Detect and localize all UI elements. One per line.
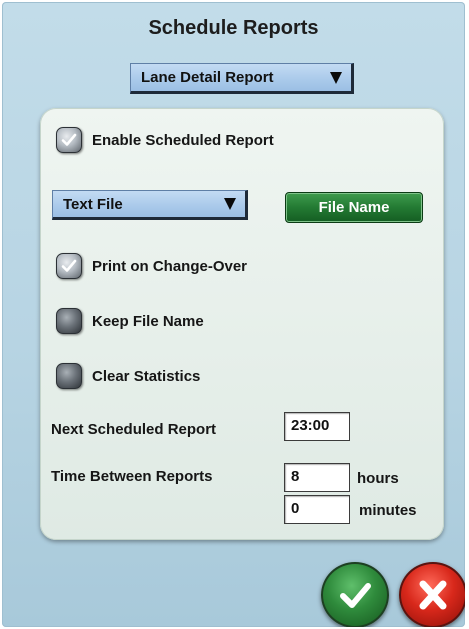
keep-file-name-checkbox[interactable] [56,308,82,334]
schedule-reports-window: Schedule Reports Lane Detail Report Enab… [2,2,465,627]
minutes-unit-label: minutes [359,502,417,519]
checkmark-icon [61,133,77,146]
dropdown-arrow-icon [224,198,236,210]
clear-statistics-checkbox[interactable] [56,363,82,389]
clear-statistics-label: Clear Statistics [92,367,201,385]
time-between-reports-label: Time Between Reports [51,468,213,485]
clear-statistics-row[interactable]: Clear Statistics [56,363,200,389]
next-scheduled-report-label: Next Scheduled Report [51,421,217,438]
enable-scheduled-report-row[interactable]: Enable Scheduled Report [56,127,274,153]
ok-button[interactable] [321,562,389,627]
dropdown-arrow-icon [330,71,342,84]
file-name-button[interactable]: File Name [285,192,423,223]
window-title: Schedule Reports [148,17,319,39]
print-on-changeover-checkbox[interactable] [56,253,82,279]
hours-field[interactable]: 8 [284,463,350,492]
hours-unit-label: hours [357,470,399,487]
cancel-button[interactable] [399,562,465,627]
minutes-field[interactable]: 0 [284,495,350,524]
keep-file-name-row[interactable]: Keep File Name [56,308,204,334]
x-icon [419,580,447,610]
output-type-dropdown[interactable]: Text File [52,190,248,220]
enable-scheduled-report-checkbox[interactable] [56,127,82,153]
report-type-value: Lane Detail Report [141,69,274,86]
enable-scheduled-report-label: Enable Scheduled Report [92,131,274,149]
checkmark-icon [61,259,77,272]
print-on-changeover-row[interactable]: Print on Change-Over [56,253,247,279]
keep-file-name-label: Keep File Name [92,312,204,330]
report-type-dropdown[interactable]: Lane Detail Report [130,63,354,94]
checkmark-icon [340,583,371,608]
print-on-changeover-label: Print on Change-Over [92,257,248,275]
output-type-value: Text File [63,195,123,213]
next-scheduled-report-field[interactable]: 23:00 [284,412,350,441]
